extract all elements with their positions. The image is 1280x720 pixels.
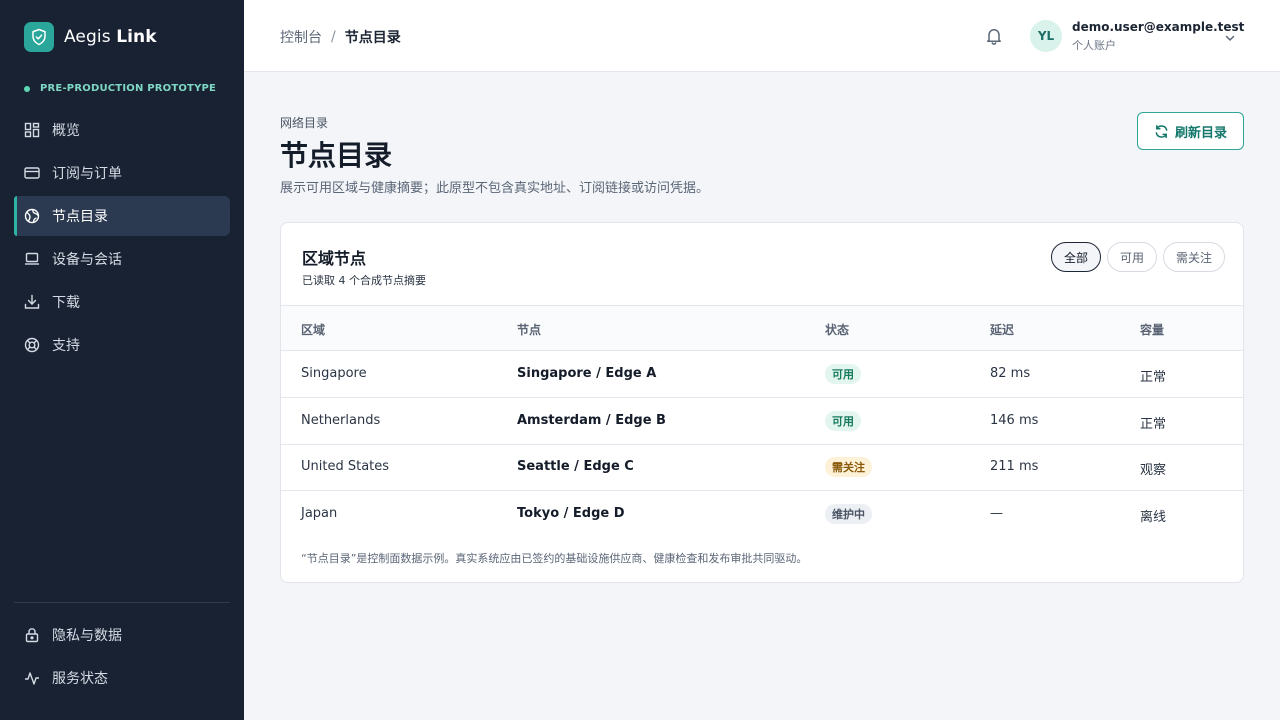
sidebar-item-node-directory[interactable]: 节点目录 — [14, 196, 230, 236]
cell-node: Seattle / Edge C — [517, 459, 634, 474]
laptop-icon — [24, 251, 40, 267]
globe-icon — [24, 208, 40, 224]
avatar[interactable]: YL — [1030, 20, 1062, 52]
cell-capacity: 正常 — [1140, 370, 1167, 385]
cell-region: Netherlands — [301, 413, 381, 428]
cell-node: Singapore / Edge A — [517, 366, 657, 381]
user-email: demo.user@example.test — [1072, 20, 1245, 34]
table-header: 区域 节点 状态 延迟 容量 — [281, 305, 1243, 351]
lifebuoy-icon — [24, 337, 40, 353]
brand-name: Aegis Link — [64, 27, 157, 47]
sidebar-item-label: 概览 — [52, 123, 80, 139]
cell-capacity: 观察 — [1140, 463, 1167, 478]
chevron-down-icon[interactable] — [1224, 29, 1236, 41]
filter-attention-chip[interactable]: 需关注 — [1162, 242, 1225, 272]
sidebar-item-label: 节点目录 — [52, 209, 108, 225]
column-header-region: 区域 — [301, 323, 326, 337]
cell-latency: 146 ms — [990, 413, 1039, 428]
grid-icon — [24, 122, 40, 138]
sidebar-item-label: 下载 — [52, 295, 80, 311]
sidebar-item-label: 订阅与订单 — [52, 166, 122, 182]
cell-capacity: 正常 — [1140, 417, 1167, 432]
status-badge: 可用 — [825, 411, 861, 431]
card-title: 区域节点 — [302, 249, 367, 268]
cell-region: Japan — [301, 506, 338, 521]
cell-node: Amsterdam / Edge B — [517, 413, 666, 428]
table-row[interactable]: United States Seattle / Edge C 需关注 211 m… — [281, 444, 1243, 491]
cell-latency: — — [990, 506, 1003, 521]
refresh-directory-button[interactable]: 刷新目录 — [1137, 112, 1244, 150]
filter-available-chip[interactable]: 可用 — [1106, 242, 1157, 272]
status-badge: 需关注 — [825, 457, 872, 477]
sidebar-item-support[interactable]: 支持 — [14, 325, 230, 365]
refresh-icon — [1155, 124, 1168, 138]
sidebar: Aegis Link PRE-PRODUCTION PROTOTYPE 概览 订… — [0, 0, 244, 720]
status-badge: 维护中 — [825, 504, 872, 524]
environment-indicator: PRE-PRODUCTION PROTOTYPE — [24, 83, 216, 94]
regional-nodes-card: 区域节点 已读取 4 个合成节点摘要 全部 可用 需关注 区域 节点 状态 延迟… — [280, 222, 1244, 583]
column-header-latency: 延迟 — [990, 323, 1015, 337]
activity-icon — [24, 670, 40, 686]
user-role: 个人账户 — [1072, 39, 1116, 52]
page-description: 展示可用区域与健康摘要；此原型不包含真实地址、订阅链接或访问凭据。 — [280, 181, 710, 196]
cell-capacity: 离线 — [1140, 510, 1167, 525]
status-filters: 全部 可用 需关注 — [1045, 242, 1225, 272]
card-subtitle: 已读取 4 个合成节点摘要 — [302, 274, 426, 287]
breadcrumb: 控制台 / 节点目录 — [280, 27, 401, 47]
card-footnote: “节点目录”是控制面数据示例。真实系统应由已签约的基础设施供应商、健康检查和发布… — [301, 552, 808, 565]
sidebar-item-label: 设备与会话 — [52, 252, 122, 268]
column-header-capacity: 容量 — [1140, 323, 1165, 337]
column-header-node: 节点 — [517, 323, 542, 337]
cell-latency: 211 ms — [990, 459, 1039, 474]
cell-region: Singapore — [301, 366, 367, 381]
sidebar-item-service-status[interactable]: 服务状态 — [14, 658, 230, 698]
breadcrumb-separator: / — [331, 29, 336, 45]
table-row[interactable]: Netherlands Amsterdam / Edge B 可用 146 ms… — [281, 398, 1243, 445]
refresh-label: 刷新目录 — [1174, 124, 1227, 140]
environment-label: PRE-PRODUCTION PROTOTYPE — [40, 83, 217, 94]
breadcrumb-current: 节点目录 — [344, 30, 401, 46]
main-nav: 概览 订阅与订单 节点目录 设备与会话 下载 支持 — [14, 110, 230, 368]
lock-icon — [24, 627, 40, 643]
bottom-nav: 隐私与数据 服务状态 — [14, 615, 230, 701]
bell-icon[interactable] — [984, 26, 1004, 46]
cell-node: Tokyo / Edge D — [517, 506, 625, 521]
brand[interactable]: Aegis Link — [24, 22, 157, 52]
sidebar-item-label: 支持 — [52, 338, 80, 354]
section-eyebrow: 网络目录 — [280, 116, 329, 130]
sidebar-item-downloads[interactable]: 下载 — [14, 282, 230, 322]
sidebar-item-devices[interactable]: 设备与会话 — [14, 239, 230, 279]
download-icon — [24, 294, 40, 310]
topbar: 控制台 / 节点目录 YL demo.user@example.test 个人账… — [244, 0, 1280, 72]
sidebar-item-privacy[interactable]: 隐私与数据 — [14, 615, 230, 655]
user-menu[interactable]: demo.user@example.test 个人账户 — [1072, 20, 1244, 53]
cell-latency: 82 ms — [990, 366, 1031, 381]
sidebar-item-label: 隐私与数据 — [52, 628, 122, 644]
table-row[interactable]: Japan Tokyo / Edge D 维护中 — 离线 — [281, 491, 1243, 538]
column-header-status: 状态 — [825, 323, 850, 337]
sidebar-item-overview[interactable]: 概览 — [14, 110, 230, 150]
status-badge: 可用 — [825, 364, 861, 384]
shield-logo-icon — [24, 22, 54, 52]
sidebar-item-label: 服务状态 — [52, 671, 108, 687]
breadcrumb-dashboard-link[interactable]: 控制台 — [280, 27, 322, 47]
sidebar-item-subscriptions[interactable]: 订阅与订单 — [14, 153, 230, 193]
table-row[interactable]: Singapore Singapore / Edge A 可用 82 ms 正常 — [281, 351, 1243, 398]
page-title: 节点目录 — [280, 139, 393, 172]
cell-region: United States — [301, 459, 390, 474]
filter-all-chip[interactable]: 全部 — [1050, 242, 1101, 272]
status-dot — [24, 85, 30, 92]
card-icon — [24, 165, 40, 181]
sidebar-divider — [14, 602, 230, 603]
